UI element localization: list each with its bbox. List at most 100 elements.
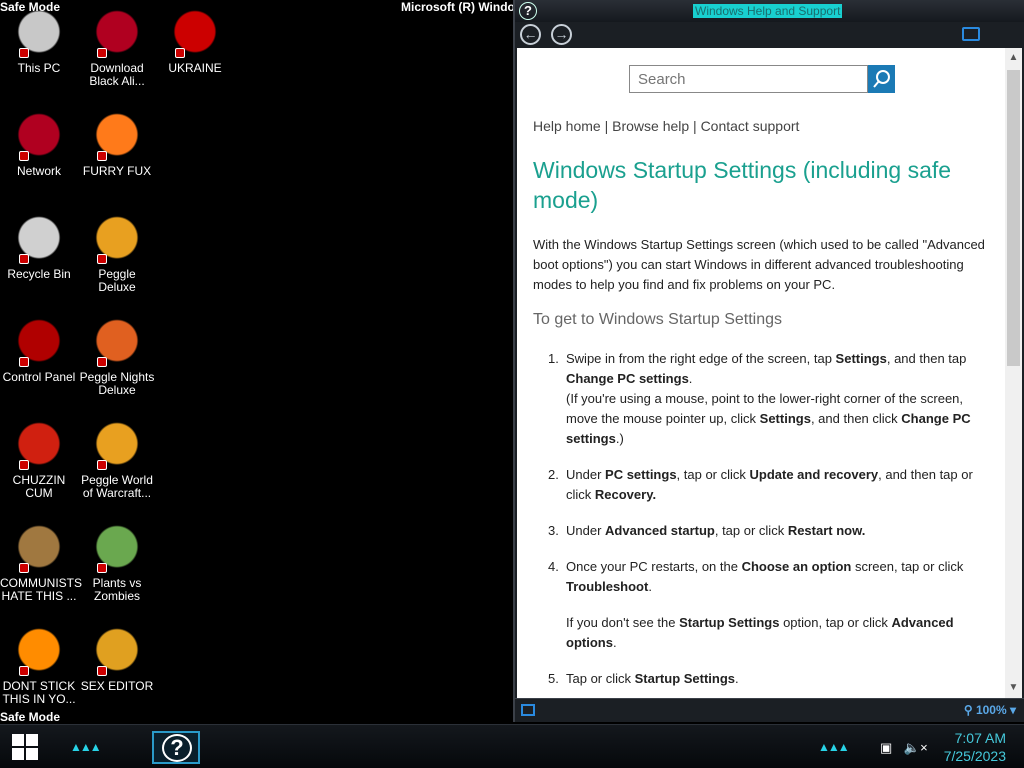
step-text: Swipe in from the right edge of the scre… (566, 349, 976, 389)
step-segment: , tap or click (676, 467, 750, 482)
desktop-icon[interactable]: Peggle Nights Deluxe (78, 319, 156, 397)
step-item: 3. Under Advanced startup, tap or click R… (548, 521, 976, 541)
scroll-thumb[interactable] (1007, 70, 1020, 366)
desktop-icon[interactable]: COMMUNISTS HATE THIS ... (0, 525, 82, 603)
radiation-icon (171, 10, 219, 58)
desktop-icon-label: CHUZZIN CUM (12, 473, 66, 500)
desktop-icon[interactable]: Recycle Bin (0, 216, 78, 281)
zoom-control[interactable]: ⚲ 100% ▾ (964, 703, 1016, 717)
connection-icon[interactable] (521, 704, 535, 716)
zoom-level: 100% (975, 703, 1007, 717)
desktop-icon-label: FURRY FUX (82, 164, 152, 178)
intro-paragraph: With the Windows Startup Settings screen… (533, 237, 985, 292)
step-segment: If you don't see the (566, 615, 680, 630)
desktop-icon[interactable]: Plants vs Zombies (78, 525, 156, 603)
shortcut-arrow-icon (19, 666, 29, 676)
taskbar-help-button[interactable]: ? (152, 731, 200, 764)
step-emphasis: Troubleshoot (566, 579, 649, 594)
peggle-icon (93, 216, 141, 264)
shortcut-arrow-icon (19, 563, 29, 573)
desktop-icon-label: Peggle Deluxe (98, 267, 136, 294)
vertical-scrollbar[interactable]: ▲ ▼ (1005, 48, 1022, 698)
zoom-icon: ⚲ (963, 703, 976, 717)
step-segment: . (688, 371, 693, 386)
network-status-icon[interactable]: ▣ (880, 740, 892, 755)
step-segment: . (648, 579, 652, 594)
desktop-icon[interactable]: Network (0, 113, 78, 178)
desktop-icon-label: Plants vs Zombies (92, 576, 142, 603)
shortcut-arrow-icon (97, 357, 107, 367)
desktop-icon[interactable]: DONT STICK THIS IN YO... (0, 628, 78, 706)
help-titlebar: ? Windows Help and Support (515, 0, 1024, 22)
desktop-icon-label: Control Panel (2, 370, 76, 384)
clock[interactable]: 7:07 AM 7/25/2023 (944, 729, 1006, 765)
step-segment: , and then click (810, 411, 902, 426)
shortcut-arrow-icon (19, 254, 29, 264)
chuzzle-icon (15, 422, 63, 470)
step-item: 1. Swipe in from the right edge of the sc… (548, 349, 976, 449)
step-segment: screen, tap or click (851, 559, 964, 574)
help-toolbar: ← → (515, 22, 1024, 48)
step-segment: .) (615, 431, 624, 446)
step-emphasis: Choose an option (741, 559, 852, 574)
step-item: 5. Tap or click Startup Settings. (548, 669, 976, 689)
shortcut-arrow-icon (175, 48, 185, 58)
desktop-icon-label: DONT STICK THIS IN YO... (2, 679, 76, 706)
desktop-icon[interactable]: UKRAINE (156, 10, 234, 75)
desktop-icon-label: Peggle World of Warcraft... (81, 473, 153, 500)
search-button[interactable] (868, 65, 895, 93)
shortcut-arrow-icon (19, 460, 29, 470)
desktop-icon-label: SEX EDITOR (80, 679, 154, 693)
help-window-title: Windows Help and Support (693, 4, 843, 18)
step-segment: Under (566, 467, 606, 482)
help-statusbar: ⚲ 100% ▾ (515, 698, 1024, 722)
shortcut-arrow-icon (19, 48, 29, 58)
desktop-icon[interactable]: CHUZZIN CUM (0, 422, 78, 500)
scroll-up-icon[interactable]: ▲ (1007, 50, 1020, 66)
section-heading: To get to Windows Startup Settings (533, 311, 783, 328)
start-button[interactable] (12, 734, 38, 760)
page-title: Windows Startup Settings (including safe… (533, 157, 952, 213)
step-text: Under PC settings, tap or click Update a… (566, 465, 976, 505)
step-emphasis: Settings (759, 411, 811, 426)
step-emphasis: Startup Settings (679, 615, 780, 630)
volume-muted-icon[interactable]: 🔈× (904, 740, 928, 755)
step-text: Under Advanced startup, tap or click Res… (566, 521, 976, 541)
desktop-icon[interactable]: Peggle Deluxe (78, 216, 156, 294)
back-arrow-icon[interactable]: ← (520, 24, 541, 45)
vlc-icon (15, 628, 63, 676)
print-icon[interactable] (962, 27, 980, 41)
forward-arrow-icon[interactable]: → (551, 24, 572, 45)
shortcut-arrow-icon (97, 460, 107, 470)
shortcut-arrow-icon (97, 666, 107, 676)
desktop-icon[interactable]: Control Panel (0, 319, 78, 384)
help-question-icon[interactable]: ? (519, 2, 537, 20)
scroll-down-icon[interactable]: ▼ (1007, 680, 1020, 696)
step-text: If you don't see the Startup Settings op… (566, 613, 976, 653)
taskbar-decor-left-icon: ▲▲▲ (70, 740, 102, 754)
help-app-icon: ? (162, 734, 192, 762)
desktop-icon[interactable]: Download Black Ali... (78, 10, 156, 88)
desktop-icon[interactable]: FURRY FUX (78, 113, 156, 178)
help-window: ? Windows Help and Support ← → Help home… (513, 0, 1024, 722)
step-emphasis: Advanced startup (605, 523, 715, 538)
step-emphasis: Update and recovery (749, 467, 879, 482)
step-emphasis: Change PC settings (566, 371, 689, 386)
control-panel-icon (15, 319, 63, 367)
desktop-icon[interactable]: SEX EDITOR (78, 628, 156, 693)
desktop-icon-label: Download Black Ali... (89, 61, 145, 88)
step-item: 4. Once your PC restarts, on the Choose a… (548, 557, 976, 653)
step-number: 5. (548, 671, 559, 686)
desktop-icon[interactable]: Peggle World of Warcraft... (78, 422, 156, 500)
step-emphasis: PC settings (605, 467, 677, 482)
step-number: 2. (548, 467, 559, 482)
step-emphasis: Restart now. (787, 523, 866, 538)
desktop-icon[interactable]: This PC (0, 10, 78, 75)
search-input[interactable] (629, 65, 868, 93)
search-box (629, 65, 895, 93)
help-links[interactable]: Help home | Browse help | Contact suppor… (533, 118, 799, 134)
step-segment: Tap or click (566, 671, 635, 686)
safe-mode-label-bottom: Safe Mode (0, 710, 61, 724)
step-number: 1. (548, 351, 559, 366)
shortcut-arrow-icon (97, 151, 107, 161)
